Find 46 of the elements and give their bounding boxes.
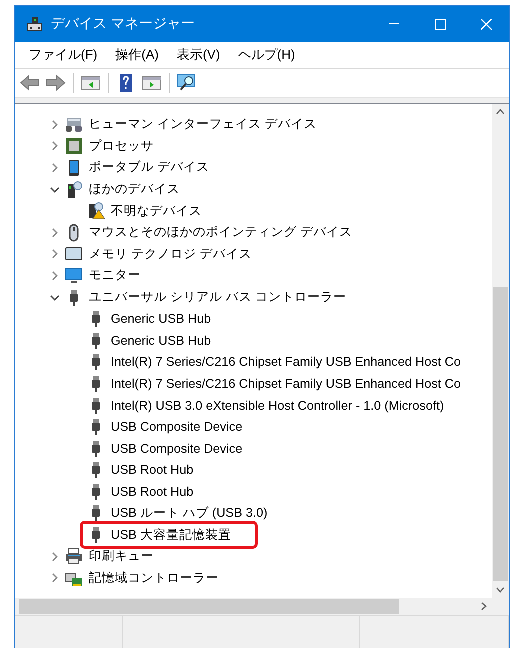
tree-item-label[interactable]: ヒューマン インターフェイス デバイス <box>89 116 317 134</box>
forward-arrow-icon[interactable] <box>45 72 67 94</box>
tree-item-label[interactable]: 不明なデバイス <box>111 202 202 220</box>
tree-item-label[interactable]: 印刷キュー <box>89 548 154 566</box>
app-icon <box>27 16 43 32</box>
tree-item-label[interactable]: USB Composite Device <box>111 420 243 434</box>
tree-item-label[interactable]: USB Root Hub <box>111 463 194 478</box>
tree-item-label[interactable]: USB ルート ハブ (USB 3.0) <box>111 504 268 522</box>
window-title: デバイス マネージャー <box>51 15 196 33</box>
menu-item[interactable]: 表示(V) <box>168 43 228 67</box>
tree-item-label[interactable]: Generic USB Hub <box>111 334 212 348</box>
scroll-down-icon[interactable] <box>496 585 505 594</box>
horizontal-scrollbar[interactable] <box>15 598 492 615</box>
vertical-scrollbar[interactable] <box>492 104 509 598</box>
tree-item-label[interactable]: マウスとそのほかのポインティング デバイス <box>89 224 352 242</box>
scroll-up-icon[interactable] <box>496 108 505 117</box>
device-question-icon <box>65 180 83 199</box>
tree-item-label[interactable]: USB Composite Device <box>111 442 243 456</box>
tree-item-label[interactable]: USB Root Hub <box>111 484 194 499</box>
tree-item-label[interactable]: ユニバーサル シリアル バス コントローラー <box>89 289 346 306</box>
memory-card-icon <box>65 245 83 264</box>
tree-item-label[interactable]: Intel(R) 7 Series/C216 Chipset Family USB Enhanced Host Co <box>111 376 461 391</box>
tree-item-label[interactable]: 記憶域コントローラー <box>89 570 219 587</box>
tree-item-label[interactable]: プロセッサ <box>89 138 154 155</box>
chip-icon <box>65 137 83 156</box>
tree-item-label[interactable]: ほかのデバイス <box>89 181 180 198</box>
printer-icon <box>65 548 83 566</box>
scrollbar-thumb[interactable] <box>493 287 508 581</box>
scrollbar-thumb[interactable] <box>19 599 399 614</box>
menu-item[interactable]: ヘルプ(H) <box>230 43 304 67</box>
monitor-icon <box>65 266 83 285</box>
warning-device-icon <box>87 202 105 220</box>
tree-item-label[interactable]: Intel(R) 7 Series/C216 Chipset Family USB Enhanced Host Co <box>111 355 461 370</box>
tree-item-label[interactable]: メモリ テクノロジ デバイス <box>89 246 252 263</box>
menu-item[interactable]: 操作(A) <box>108 43 167 67</box>
back-arrow-icon[interactable] <box>19 72 41 94</box>
tree-item-label[interactable]: USB 大容量記憶装置 <box>111 526 232 544</box>
maximize-icon <box>434 18 446 30</box>
tree-item-label[interactable]: Intel(R) USB 3.0 eXtensible Host Controller - 1.0 (Microsoft) <box>111 398 444 413</box>
menu-item[interactable]: ファイル(F) <box>21 43 106 67</box>
keyboard-icon <box>65 116 83 134</box>
tree-item-label[interactable]: モニター <box>89 267 141 284</box>
tree-item-label[interactable]: ポータブル デバイス <box>89 159 210 176</box>
scroll-right-icon[interactable] <box>479 602 488 611</box>
close-icon <box>480 18 492 30</box>
tree-item-label[interactable]: Generic USB Hub <box>111 312 212 326</box>
